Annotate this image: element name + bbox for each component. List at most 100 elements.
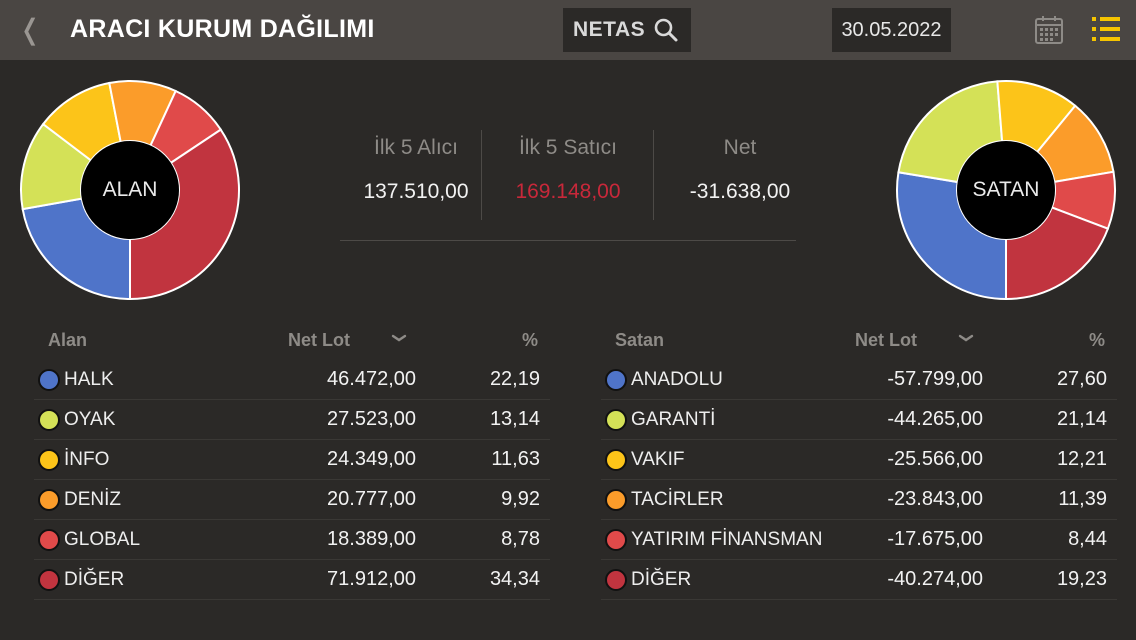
top5-sellers-label: İlk 5 Satıcı xyxy=(518,136,618,159)
date-selector[interactable]: 30.05.2022 xyxy=(832,8,951,52)
column-header-net-lot[interactable]: Net Lot xyxy=(288,330,350,351)
table-row[interactable]: ANADOLU -57.799,00 27,60 xyxy=(601,360,1117,400)
chevron-left-icon[interactable]: ❬ xyxy=(18,14,42,46)
percent-value: 21,14 xyxy=(1056,408,1107,430)
buyers-donut-chart: ALAN xyxy=(19,79,241,301)
net-lot-value: 71.912,00 xyxy=(327,568,416,590)
table-row[interactable]: GLOBAL 18.389,00 8,78 xyxy=(34,520,550,560)
color-dot-icon xyxy=(38,449,60,471)
color-dot-icon xyxy=(605,409,627,431)
percent-value: 13,14 xyxy=(489,408,540,430)
table-row[interactable]: YATIRIM FİNANSMAN -17.675,00 8,44 xyxy=(601,520,1117,560)
net-summary: Net -31.638,00 xyxy=(664,128,816,212)
color-dot-icon xyxy=(38,489,60,511)
percent-value: 22,19 xyxy=(489,368,540,390)
net-lot-value: -23.843,00 xyxy=(887,488,983,510)
percent-value: 34,34 xyxy=(489,568,540,590)
summary-divider xyxy=(481,130,482,220)
table-row[interactable]: HALK 46.472,00 22,19 xyxy=(34,360,550,400)
net-lot-value: -57.799,00 xyxy=(887,368,983,390)
net-lot-value: -17.675,00 xyxy=(887,528,983,550)
color-dot-icon xyxy=(605,489,627,511)
symbol-search-value[interactable]: NETAS xyxy=(573,18,645,42)
table-row[interactable]: OYAK 27.523,00 13,14 xyxy=(34,400,550,440)
table-row[interactable]: TACİRLER -23.843,00 11,39 xyxy=(601,480,1117,520)
top5-buyers-label: İlk 5 Alıcı xyxy=(373,136,459,159)
color-dot-icon xyxy=(605,529,627,551)
sellers-donut-svg xyxy=(896,80,1116,301)
percent-value: 27,60 xyxy=(1056,368,1107,390)
sort-chevron-down-icon[interactable] xyxy=(390,330,408,348)
buyers-table-header: Alan Net Lot % xyxy=(34,322,550,360)
institution-name: YATIRIM FİNANSMAN xyxy=(631,529,823,550)
summary-panel: İlk 5 Alıcı 137.510,00 İlk 5 Satıcı 169.… xyxy=(340,128,796,220)
percent-value: 12,21 xyxy=(1056,448,1107,470)
institution-name: GLOBAL xyxy=(64,529,141,550)
net-label: Net xyxy=(723,136,757,159)
institution-name: DİĞER xyxy=(64,569,125,590)
donut-center xyxy=(81,141,179,239)
column-header-name: Alan xyxy=(48,330,88,350)
color-dot-icon xyxy=(38,569,60,591)
page-title: ARACI KURUM DAĞILIMI xyxy=(70,15,375,43)
color-dot-icon xyxy=(605,449,627,471)
table-row[interactable]: GARANTİ -44.265,00 21,14 xyxy=(601,400,1117,440)
column-header-name: Satan xyxy=(615,330,665,350)
institution-name: GARANTİ xyxy=(631,409,716,430)
table-row[interactable]: VAKIF -25.566,00 12,21 xyxy=(601,440,1117,480)
institution-name: HALK xyxy=(64,369,114,390)
sellers-table-header: Satan Net Lot % xyxy=(601,322,1117,360)
sellers-table: Satan Net Lot % ANADOLU -57.799,00 27,60 GA… xyxy=(601,322,1117,600)
sellers-donut-chart: SATAN xyxy=(895,79,1117,301)
institution-name: VAKIF xyxy=(631,449,685,470)
percent-value: 9,92 xyxy=(501,488,540,510)
sort-chevron-down-icon[interactable] xyxy=(957,330,975,348)
percent-value: 11,63 xyxy=(491,448,540,470)
top5-sellers-value: 169.148,00 xyxy=(515,180,621,203)
top5-buyers-value: 137.510,00 xyxy=(363,180,469,203)
calendar-icon[interactable] xyxy=(1033,14,1065,46)
institution-name: OYAK xyxy=(64,409,116,430)
donut-center xyxy=(957,141,1055,239)
summary-divider xyxy=(653,130,654,220)
percent-value: 8,44 xyxy=(1068,528,1107,550)
percent-value: 19,23 xyxy=(1056,568,1107,590)
sellers-table-body: ANADOLU -57.799,00 27,60 GARANTİ -44.265,00 2… xyxy=(601,360,1117,600)
list-icon[interactable] xyxy=(1092,16,1120,42)
top5-buyers-summary: İlk 5 Alıcı 137.510,00 xyxy=(340,128,492,212)
institution-name: DENİZ xyxy=(64,489,121,510)
color-dot-icon xyxy=(605,569,627,591)
color-dot-icon xyxy=(38,409,60,431)
institution-name: DİĞER xyxy=(631,569,692,590)
color-dot-icon xyxy=(605,369,627,391)
buyers-table: Alan Net Lot % HALK 46.472,00 22,19 OYAK 27.… xyxy=(34,322,550,600)
column-header-percent: % xyxy=(521,330,538,350)
column-header-percent: % xyxy=(1088,330,1105,350)
table-row[interactable]: İNFO 24.349,00 11,63 xyxy=(34,440,550,480)
institution-name: TACİRLER xyxy=(631,489,724,510)
search-icon[interactable] xyxy=(653,17,679,43)
top5-sellers-summary: İlk 5 Satıcı 169.148,00 xyxy=(492,128,644,212)
net-lot-value: 27.523,00 xyxy=(327,408,416,430)
institution-name: ANADOLU xyxy=(631,369,723,390)
buyers-donut-svg xyxy=(20,80,240,301)
percent-value: 11,39 xyxy=(1058,488,1107,510)
net-lot-value: -44.265,00 xyxy=(887,408,983,430)
color-dot-icon xyxy=(38,369,60,391)
institution-name: İNFO xyxy=(64,449,110,470)
top-bar: ❬ ARACI KURUM DAĞILIMI NETAS 30.05.2022 xyxy=(0,0,1136,60)
net-lot-value: 20.777,00 xyxy=(327,488,416,510)
buyers-table-body: HALK 46.472,00 22,19 OYAK 27.523,00 13,14 İNFO… xyxy=(34,360,550,600)
symbol-search-box[interactable]: NETAS xyxy=(563,8,691,52)
table-row[interactable]: DENİZ 20.777,00 9,92 xyxy=(34,480,550,520)
net-value: -31.638,00 xyxy=(689,180,791,203)
net-lot-value: 24.349,00 xyxy=(327,448,416,470)
net-lot-value: 46.472,00 xyxy=(327,368,416,390)
summary-underline xyxy=(340,240,796,241)
percent-value: 8,78 xyxy=(501,528,540,550)
table-row[interactable]: DİĞER -40.274,00 19,23 xyxy=(601,560,1117,600)
column-header-net-lot[interactable]: Net Lot xyxy=(855,330,917,351)
table-row[interactable]: DİĞER 71.912,00 34,34 xyxy=(34,560,550,600)
net-lot-value: 18.389,00 xyxy=(327,528,416,550)
net-lot-value: -40.274,00 xyxy=(887,568,983,590)
